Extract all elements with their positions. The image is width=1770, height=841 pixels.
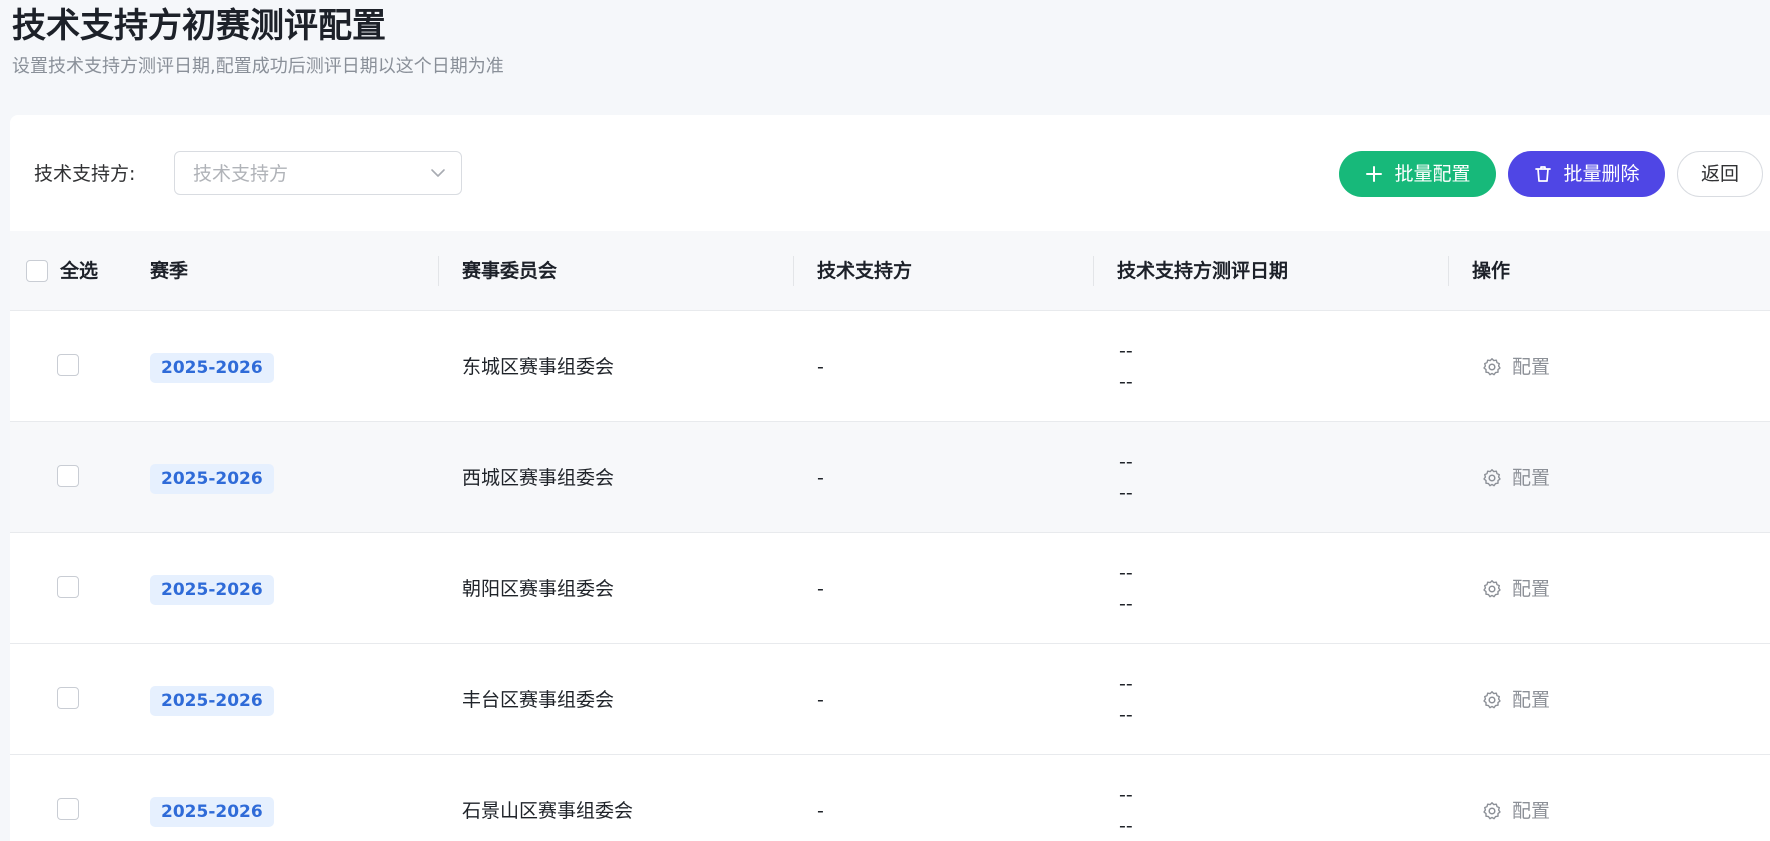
column-divider [1448,256,1449,286]
tech-support-filter-label: 技术支持方: [34,163,136,185]
gear-icon [1483,358,1501,376]
config-action-label: 配置 [1512,578,1551,600]
column-header-tech-support: 技术支持方 [817,260,913,282]
gear-icon [1483,802,1501,820]
batch-config-label: 批量配置 [1394,163,1471,185]
eval-date-end: -- [1119,593,1133,615]
back-label: 返回 [1700,163,1739,185]
table-row: 2025-2026 东城区赛事组委会 - -- -- 配置 [10,311,1770,422]
page-title: 技术支持方初赛测评配置 [12,6,386,46]
tech-support-cell: - [817,800,824,822]
tech-support-cell: - [817,356,824,378]
committee-cell: 朝阳区赛事组委会 [462,578,615,600]
column-header-season: 赛季 [150,260,189,282]
batch-delete-label: 批量删除 [1563,163,1640,185]
row-checkbox[interactable] [57,576,79,598]
batch-config-button[interactable]: 批量配置 [1339,151,1496,197]
season-tag: 2025-2026 [150,464,274,494]
config-action[interactable]: 配置 [1482,688,1550,712]
season-tag: 2025-2026 [150,797,274,827]
committee-cell: 西城区赛事组委会 [462,467,615,489]
committee-cell: 东城区赛事组委会 [462,356,615,378]
table-header: 全选 赛季 赛事委员会 技术支持方 技术支持方测评日期 操作 [10,231,1770,311]
gear-icon [1483,580,1501,598]
column-divider [793,256,794,286]
column-divider [1093,256,1094,286]
eval-date-start: -- [1119,784,1133,806]
config-action-label: 配置 [1512,356,1551,378]
column-header-committee: 赛事委员会 [462,260,558,282]
tech-support-cell: - [817,689,824,711]
table-row: 2025-2026 石景山区赛事组委会 - -- -- 配置 [10,755,1770,841]
row-checkbox[interactable] [57,465,79,487]
config-action[interactable]: 配置 [1482,577,1550,601]
page-subtitle: 设置技术支持方测评日期,配置成功后测评日期以这个日期为准 [12,56,504,77]
config-action[interactable]: 配置 [1482,355,1550,379]
config-action-label: 配置 [1512,467,1551,489]
table-row: 2025-2026 丰台区赛事组委会 - -- -- 配置 [10,644,1770,755]
main-card: 技术支持方: 技术支持方 批量配置 批量删除 返回 全选 赛季 赛事委员会 技术… [10,115,1770,841]
committee-cell: 丰台区赛事组委会 [462,689,615,711]
tech-support-select-placeholder: 技术支持方 [193,163,289,185]
gear-icon [1483,469,1501,487]
eval-date-start: -- [1119,673,1133,695]
season-tag: 2025-2026 [150,686,274,716]
select-all-label: 全选 [60,260,99,282]
row-checkbox[interactable] [57,354,79,376]
column-divider [438,256,439,286]
table-row: 2025-2026 西城区赛事组委会 - -- -- 配置 [10,422,1770,533]
season-tag: 2025-2026 [150,575,274,605]
tech-support-select[interactable]: 技术支持方 [174,151,462,195]
column-header-actions: 操作 [1472,260,1511,282]
select-all-checkbox[interactable] [26,260,48,282]
config-action[interactable]: 配置 [1482,466,1550,490]
season-tag: 2025-2026 [150,353,274,383]
plus-icon [1366,166,1383,182]
trash-icon [1535,166,1552,182]
eval-date-start: -- [1119,340,1133,362]
config-action-label: 配置 [1512,689,1551,711]
table-row: 2025-2026 朝阳区赛事组委会 - -- -- 配置 [10,533,1770,644]
committee-cell: 石景山区赛事组委会 [462,800,634,822]
eval-date-start: -- [1119,451,1133,473]
back-button[interactable]: 返回 [1677,151,1763,197]
eval-date-end: -- [1119,371,1133,393]
eval-date-end: -- [1119,482,1133,504]
gear-icon [1483,691,1501,709]
row-checkbox[interactable] [57,687,79,709]
config-action[interactable]: 配置 [1482,799,1550,823]
eval-date-start: -- [1119,562,1133,584]
column-header-eval-date: 技术支持方测评日期 [1117,260,1289,282]
config-action-label: 配置 [1512,800,1551,822]
chevron-down-icon [431,169,445,177]
eval-date-end: -- [1119,704,1133,726]
eval-date-end: -- [1119,815,1133,837]
batch-delete-button[interactable]: 批量删除 [1508,151,1665,197]
tech-support-cell: - [817,467,824,489]
tech-support-cell: - [817,578,824,600]
row-checkbox[interactable] [57,798,79,820]
